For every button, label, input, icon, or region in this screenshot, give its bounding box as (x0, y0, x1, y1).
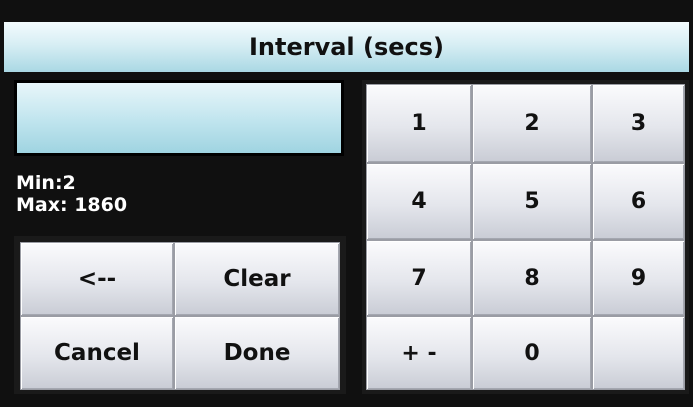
key-0-button[interactable]: 0 (472, 316, 592, 390)
numeric-keypad: 1 2 3 4 5 6 7 8 9 + - 0 (362, 80, 689, 394)
value-display-field[interactable] (14, 80, 344, 156)
range-info: Min:2 Max: 1860 (16, 172, 127, 216)
key-7-button[interactable]: 7 (366, 240, 472, 316)
min-value-label: Min:2 (16, 172, 76, 194)
action-buttons-panel: <-- Clear Cancel Done (14, 236, 346, 394)
key-4-button[interactable]: 4 (366, 163, 472, 240)
key-1-button[interactable]: 1 (366, 84, 472, 163)
blank-key (592, 316, 685, 390)
key-9-button[interactable]: 9 (592, 240, 685, 316)
key-8-button[interactable]: 8 (472, 240, 592, 316)
key-6-button[interactable]: 6 (592, 163, 685, 240)
sign-toggle-button[interactable]: + - (366, 316, 472, 390)
max-value-label: Max: 1860 (16, 194, 128, 216)
key-5-button[interactable]: 5 (472, 163, 592, 240)
backspace-button[interactable]: <-- (20, 242, 174, 316)
dialog-title: Interval (secs) (4, 22, 689, 72)
key-2-button[interactable]: 2 (472, 84, 592, 163)
done-button[interactable]: Done (174, 316, 340, 390)
clear-button[interactable]: Clear (174, 242, 340, 316)
interval-entry-screen: Interval (secs) Min:2 Max: 1860 <-- Clea… (0, 0, 693, 407)
key-3-button[interactable]: 3 (592, 84, 685, 163)
cancel-button[interactable]: Cancel (20, 316, 174, 390)
